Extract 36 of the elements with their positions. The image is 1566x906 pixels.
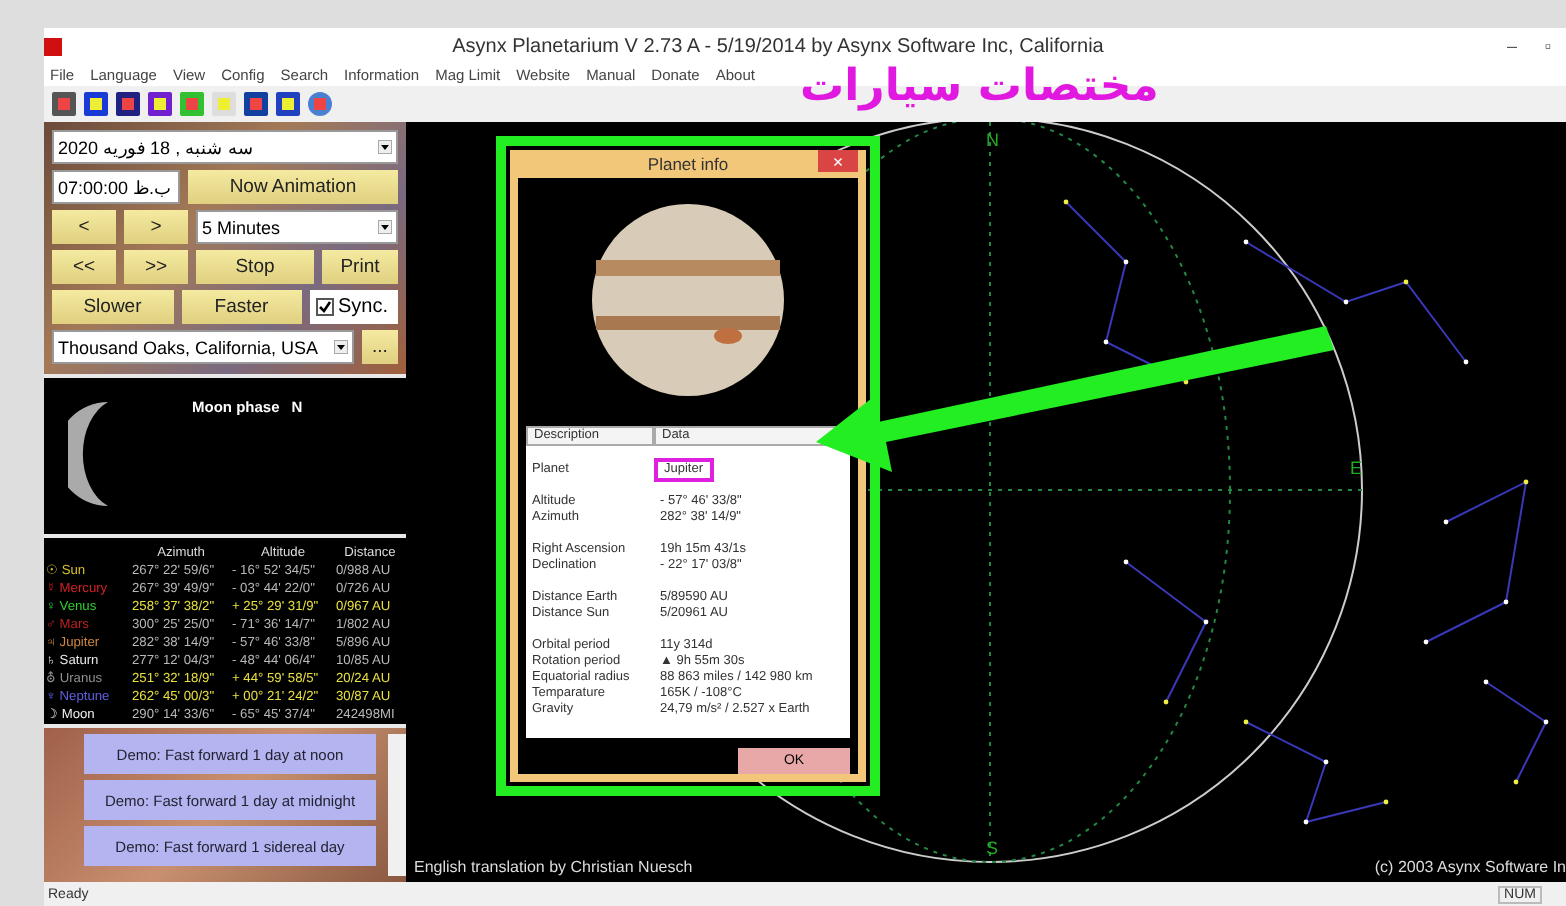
annotation-text: مختصات سیارات: [800, 66, 1159, 110]
app-icon: [44, 37, 62, 55]
now-animation-button[interactable]: Now Animation: [188, 170, 398, 204]
scrollbar[interactable]: [388, 734, 406, 876]
toolbar-icon[interactable]: [308, 92, 332, 116]
slower-button[interactable]: Slower: [52, 290, 173, 324]
time-field[interactable]: 07:00:00 ب.ظ: [52, 170, 180, 204]
toolbar-icon[interactable]: [148, 92, 172, 116]
fast-forward-button[interactable]: >>: [124, 250, 188, 284]
sync-label: Sync.: [338, 296, 389, 318]
interval-select[interactable]: 5 Minutes: [196, 210, 398, 244]
caret-icon: [334, 340, 348, 354]
print-button[interactable]: Print: [322, 250, 398, 284]
location-select[interactable]: Thousand Oaks, California, USA: [52, 330, 354, 364]
dialog-title: Planet info: [647, 154, 729, 174]
toolbar-icon[interactable]: [116, 92, 140, 116]
date-select[interactable]: سه شنبه , 18 فوریه 2020: [52, 130, 398, 164]
toolbar-icon[interactable]: [276, 92, 300, 116]
window-control[interactable]: –: [1494, 36, 1530, 56]
window-title: Asynx Planetarium V 2.73 A - 5/19/2014 by Asynx Software Inc, California: [450, 35, 1106, 57]
caret-icon: [378, 220, 392, 234]
sync-checkbox[interactable]: Sync.: [310, 290, 398, 324]
copyright-text: (c) 2003 Asynx Software In: [1374, 858, 1566, 876]
window-control[interactable]: ▫: [1530, 36, 1566, 56]
step-back-button[interactable]: <: [52, 210, 116, 244]
caret-icon: [378, 140, 392, 154]
compass-label: N: [986, 130, 999, 150]
fast-back-button[interactable]: <<: [52, 250, 116, 284]
compass-label: S: [986, 838, 999, 858]
location-more-button[interactable]: ...: [362, 330, 398, 364]
stop-button[interactable]: Stop: [196, 250, 314, 284]
close-button[interactable]: ×: [818, 150, 858, 172]
credit-text: English translation by Christian Nuesch: [414, 858, 693, 876]
faster-button[interactable]: Faster: [181, 290, 302, 324]
toolbar-icon[interactable]: [84, 92, 108, 116]
step-forward-button[interactable]: >: [124, 210, 188, 244]
